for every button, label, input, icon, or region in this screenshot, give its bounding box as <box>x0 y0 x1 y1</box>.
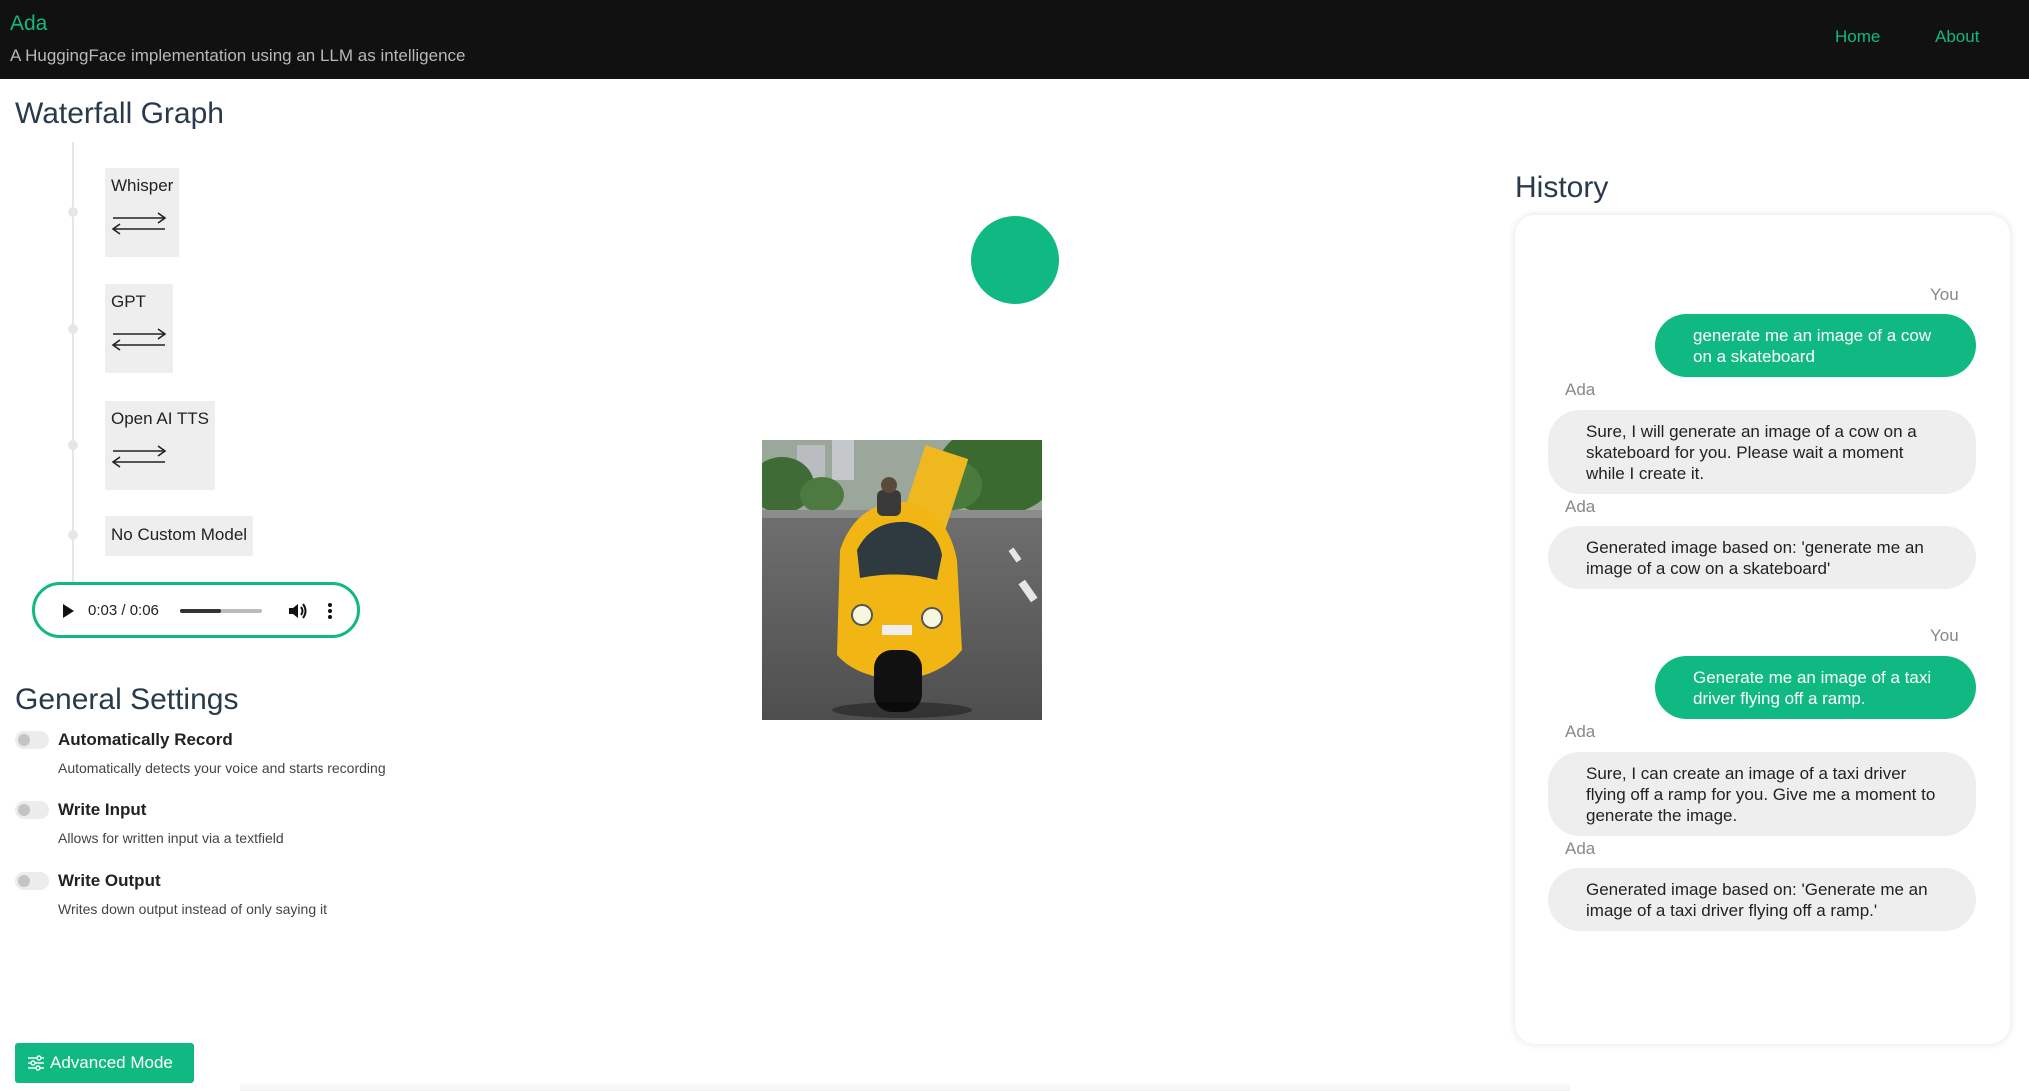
node-label: GPT <box>111 292 146 311</box>
toggle-knob <box>18 804 30 816</box>
settings-title: General Settings <box>15 683 239 716</box>
chat-message: Generate me an image of a taxi driver fl… <box>1655 656 1976 719</box>
speaker-label: Ada <box>1565 497 1596 516</box>
node-gpt: GPT <box>105 284 173 373</box>
setting-description: Writes down output instead of only sayin… <box>58 901 328 917</box>
speaker-label: Ada <box>1565 839 1596 858</box>
chat-message: generate me an image of a cow on a skate… <box>1655 314 1976 377</box>
bidirectional-arrow-icon <box>111 445 167 468</box>
bidirectional-arrow-icon <box>111 328 167 351</box>
sliders-icon <box>28 1055 44 1071</box>
bidirectional-arrow-icon <box>111 212 167 235</box>
node-label: Whisper <box>111 176 174 195</box>
node-label: Open AI TTS <box>111 409 209 428</box>
more-options-icon[interactable] <box>327 601 333 621</box>
speaker-label: You <box>1930 285 1959 304</box>
setting-title: Automatically Record <box>58 730 233 749</box>
timeline-dot <box>68 207 78 217</box>
play-icon[interactable] <box>61 603 75 619</box>
node-label: No Custom Model <box>111 525 248 544</box>
app-subtitle: A HuggingFace implementation using an LL… <box>10 46 466 65</box>
nav-about-link[interactable]: About <box>1935 27 1979 47</box>
node-whisper: Whisper <box>105 168 180 257</box>
audio-progress-fill <box>180 609 221 613</box>
setting-title: Write Input <box>58 800 147 819</box>
speaker-label: You <box>1930 626 1959 645</box>
setting-description: Allows for written input via a textfield <box>58 830 284 846</box>
setting-description: Automatically detects your voice and sta… <box>58 760 386 776</box>
timeline-dot <box>68 530 78 540</box>
chat-message: Sure, I can create an image of a taxi dr… <box>1548 752 1976 836</box>
advanced-mode-label: Advanced Mode <box>50 1053 173 1072</box>
chat-message: Sure, I will generate an image of a cow … <box>1548 410 1976 494</box>
timeline-dot <box>68 324 78 334</box>
audio-player[interactable]: 0:03 / 0:06 <box>32 582 360 638</box>
volume-icon[interactable] <box>287 601 309 621</box>
generated-image <box>762 440 1042 720</box>
recording-status-indicator[interactable] <box>971 216 1059 304</box>
waterfall-title: Waterfall Graph <box>15 97 224 130</box>
timeline-dot <box>68 440 78 450</box>
advanced-mode-button[interactable]: Advanced Mode <box>15 1043 194 1083</box>
setting-title: Write Output <box>58 871 161 890</box>
speaker-label: Ada <box>1565 380 1596 399</box>
taxi-image <box>762 440 1042 720</box>
history-title: History <box>1515 171 1609 204</box>
toggle-knob <box>18 734 30 746</box>
node-open-ai-tts: Open AI TTS <box>105 401 215 490</box>
top-bar: Ada A HuggingFace implementation using a… <box>0 0 2029 79</box>
write-input-toggle[interactable] <box>15 801 49 819</box>
audio-time: 0:03 / 0:06 <box>88 602 159 619</box>
speaker-label: Ada <box>1565 722 1596 741</box>
chat-message: Generated image based on: 'Generate me a… <box>1548 868 1976 931</box>
app-title[interactable]: Ada <box>10 12 47 36</box>
write-output-toggle[interactable] <box>15 872 49 890</box>
bottom-shadow <box>240 1082 1570 1091</box>
nav-home-link[interactable]: Home <box>1835 27 1880 47</box>
chat-message: Generated image based on: 'generate me a… <box>1548 526 1976 589</box>
node-no-custom-model: No Custom Model <box>105 516 254 556</box>
audio-progress-slider[interactable] <box>180 609 262 613</box>
auto-record-toggle[interactable] <box>15 731 49 749</box>
toggle-knob <box>18 875 30 887</box>
